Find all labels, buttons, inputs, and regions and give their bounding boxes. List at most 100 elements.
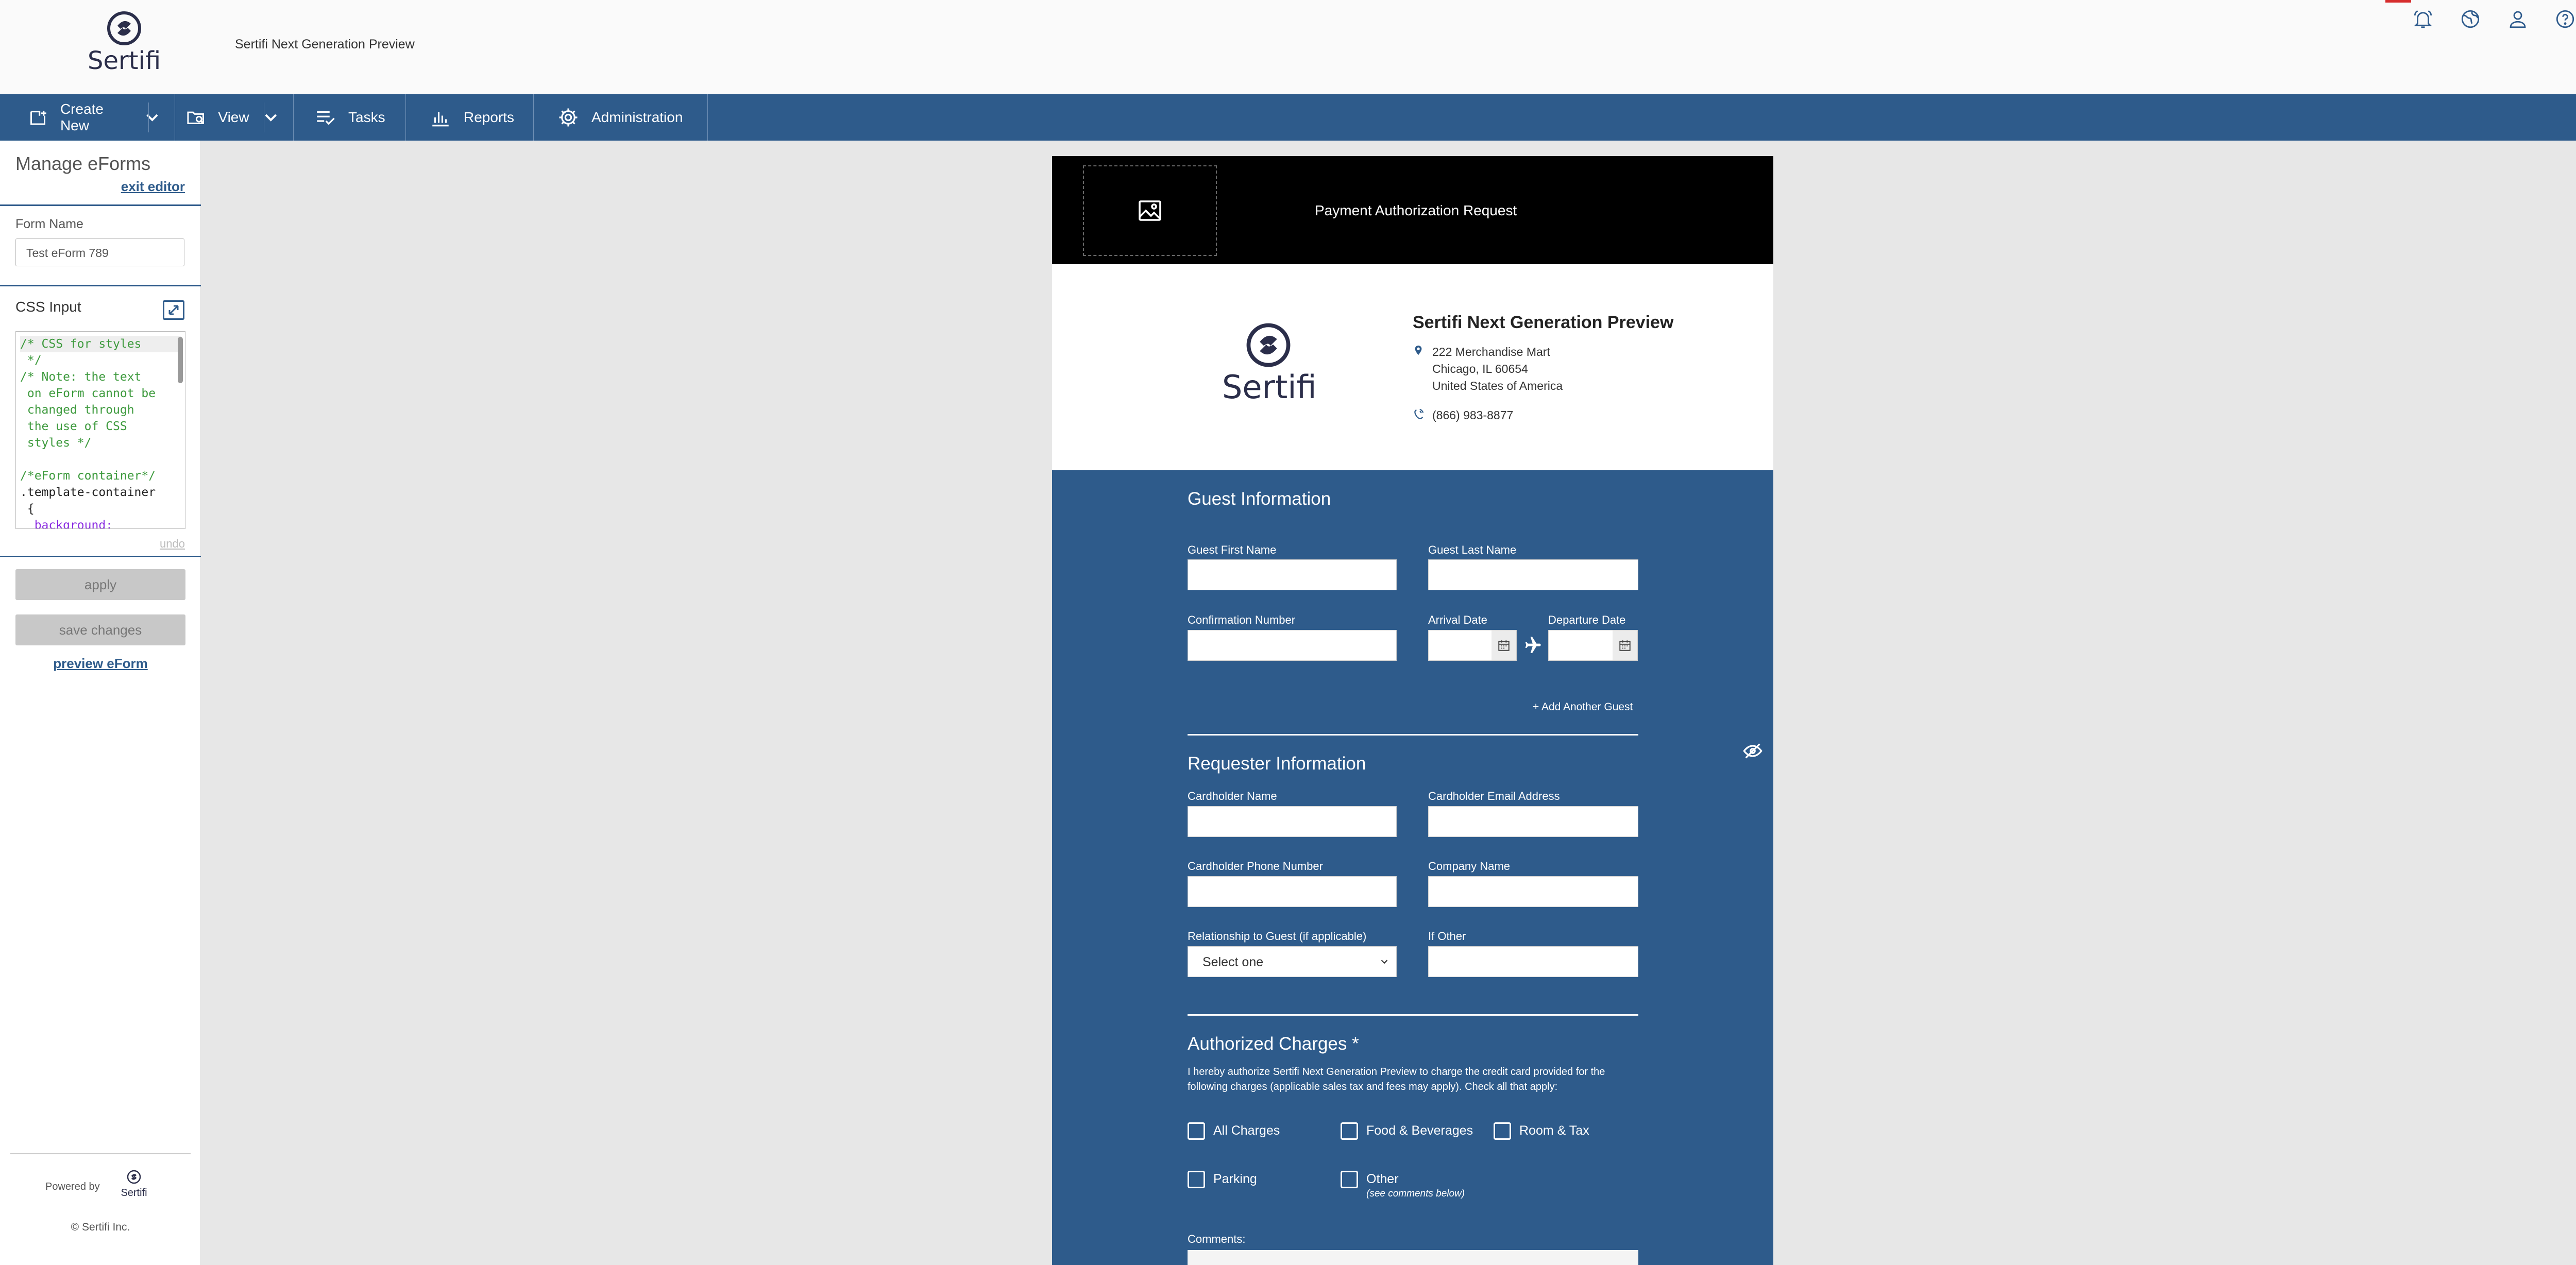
arrival-date-input[interactable]: [1428, 630, 1517, 661]
parking-checkbox[interactable]: [1188, 1171, 1205, 1188]
confirmation-number-input[interactable]: [1188, 630, 1397, 661]
powered-by-logo: Sertifi: [116, 1170, 152, 1201]
logo-text: Sertifi: [88, 46, 161, 75]
code-line: the use of CSS: [20, 420, 127, 433]
add-another-guest-button[interactable]: + Add Another Guest: [1533, 701, 1633, 713]
tasks-icon: [317, 111, 335, 125]
guest-first-name-input[interactable]: [1188, 559, 1397, 590]
parking-label: Parking: [1213, 1172, 1257, 1186]
code-line: {: [20, 502, 35, 516]
gear-icon: [559, 108, 578, 127]
copyright-text: © Sertifi Inc.: [71, 1221, 130, 1233]
nav-tasks-label: Tasks: [348, 109, 385, 125]
code-line: /* CSS for styles: [20, 336, 181, 352]
panel-divider: [0, 285, 201, 286]
nav-tasks[interactable]: Tasks: [294, 94, 406, 141]
guest-last-name-input[interactable]: [1428, 559, 1638, 590]
globe-icon[interactable]: [2460, 8, 2481, 30]
sertifi-logo-icon: [1246, 323, 1291, 367]
other-checkbox[interactable]: [1341, 1171, 1358, 1188]
cardholder-phone-input[interactable]: [1188, 876, 1397, 907]
chevron-down-icon: [146, 114, 158, 122]
nav-reports[interactable]: Reports: [406, 94, 534, 141]
cardholder-phone-label: Cardholder Phone Number: [1188, 860, 1323, 873]
if-other-label: If Other: [1428, 930, 1466, 943]
calendar-icon[interactable]: [1492, 630, 1516, 660]
nav-view-label: View: [218, 109, 249, 125]
nav-create-new[interactable]: Create New: [15, 94, 175, 141]
hide-eye-icon[interactable]: [1742, 741, 1763, 761]
company-address: 222 Merchandise Mart Chicago, IL 60654 U…: [1432, 344, 1563, 395]
eform-editor-panel: Manage eForms exit editor Form Name Test…: [0, 141, 201, 1265]
cardholder-name-input[interactable]: [1188, 806, 1397, 837]
nav-reports-label: Reports: [464, 109, 515, 125]
company-block: Sertifi Sertifi Next Generation Preview …: [1052, 264, 1773, 470]
arrival-date-label: Arrival Date: [1428, 613, 1487, 626]
company-name-label: Company Name: [1428, 860, 1510, 873]
all-charges-label: All Charges: [1213, 1123, 1280, 1138]
code-line: .template-container: [20, 486, 156, 499]
code-scrollbar[interactable]: [178, 337, 183, 383]
preview-eform-link[interactable]: preview eForm: [0, 656, 201, 672]
notification-indicator: [2385, 0, 2411, 3]
bell-icon[interactable]: [2412, 8, 2434, 30]
company-name-input[interactable]: [1428, 876, 1638, 907]
nav-administration[interactable]: Administration: [534, 94, 708, 141]
if-other-input[interactable]: [1428, 946, 1638, 977]
departure-date-input[interactable]: [1548, 630, 1638, 661]
main-navbar: Create New View Tasks Reports Administra…: [0, 94, 2576, 141]
nav-view[interactable]: View: [175, 94, 294, 141]
comments-textarea[interactable]: [1188, 1250, 1638, 1265]
header-image-placeholder[interactable]: [1083, 165, 1217, 256]
image-icon: [1139, 200, 1161, 221]
food-beverages-label: Food & Beverages: [1366, 1123, 1473, 1138]
code-line: */: [20, 354, 42, 367]
departure-date-label: Departure Date: [1548, 613, 1626, 626]
undo-link[interactable]: undo: [160, 537, 185, 551]
save-changes-button[interactable]: save changes: [15, 614, 185, 645]
panel-divider: [0, 204, 201, 206]
header-icons: [2412, 8, 2576, 30]
app-logo[interactable]: Sertifi: [88, 10, 161, 75]
code-line: changed through: [20, 403, 134, 417]
exit-editor-link[interactable]: exit editor: [121, 179, 185, 195]
address-line-3: United States of America: [1432, 379, 1563, 392]
company-logo-text: Sertifi: [1222, 368, 1317, 406]
company-phone: (866) 983-8877: [1432, 408, 1514, 422]
phone-icon: [1414, 408, 1424, 419]
room-tax-checkbox[interactable]: [1494, 1122, 1511, 1140]
calendar-icon[interactable]: [1613, 630, 1637, 660]
cardholder-email-input[interactable]: [1428, 806, 1638, 837]
guest-section-title: Guest Information: [1188, 489, 1331, 509]
confirmation-number-label: Confirmation Number: [1188, 613, 1296, 626]
guest-last-name-label: Guest Last Name: [1428, 543, 1517, 556]
section-divider: [1188, 734, 1638, 736]
chevron-down-icon: [1381, 960, 1388, 964]
form-name-label: Form Name: [15, 217, 83, 231]
create-new-icon: [30, 111, 46, 125]
code-lines: /* CSS for styles */ /* Note: the text on…: [20, 336, 181, 529]
sertifi-logo-icon: [127, 1170, 141, 1184]
code-line: background:: [20, 519, 113, 529]
eform-preview: Payment Authorization Request Sertifi Se…: [1052, 156, 1773, 1265]
form-name-input[interactable]: Test eForm 789: [15, 238, 184, 266]
comments-label: Comments:: [1188, 1233, 1246, 1245]
relationship-select[interactable]: Select one: [1188, 946, 1397, 977]
apply-button[interactable]: apply: [15, 569, 185, 600]
location-pin-icon: [1415, 345, 1422, 355]
css-code-editor[interactable]: /* CSS for styles */ /* Note: the text on…: [15, 331, 185, 529]
sertifi-logo-icon: [107, 11, 141, 45]
cardholder-email-label: Cardholder Email Address: [1428, 790, 1560, 802]
view-folder-icon: [187, 111, 204, 124]
help-icon[interactable]: [2554, 8, 2576, 30]
user-icon[interactable]: [2507, 8, 2529, 30]
powered-by-label: Powered by: [45, 1181, 100, 1192]
food-beverages-checkbox[interactable]: [1341, 1122, 1358, 1140]
other-note: (see comments below): [1366, 1188, 1465, 1199]
expand-icon[interactable]: [163, 300, 184, 320]
footer-divider: [10, 1153, 191, 1154]
all-charges-checkbox[interactable]: [1188, 1122, 1205, 1140]
company-name: Sertifi Next Generation Preview: [1413, 313, 1674, 332]
code-line: on eForm cannot be: [20, 387, 156, 400]
